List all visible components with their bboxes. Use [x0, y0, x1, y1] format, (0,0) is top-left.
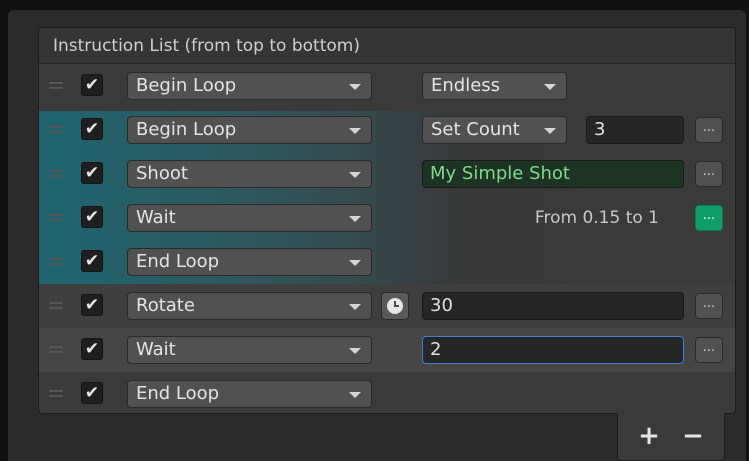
- enabled-checkbox[interactable]: ✔: [81, 338, 103, 360]
- drag-handle-icon[interactable]: [49, 214, 63, 221]
- clock-icon: [387, 298, 403, 314]
- instruction-row-6[interactable]: ✔ Wait 2 ...: [39, 328, 735, 372]
- instruction-row-0[interactable]: ✔ Begin Loop Endless: [39, 64, 735, 108]
- more-options-button-active[interactable]: ...: [695, 205, 723, 231]
- drag-handle-icon[interactable]: [49, 170, 63, 177]
- instruction-row-3[interactable]: ✔ Wait From 0.15 to 1 ...: [39, 196, 735, 240]
- wait-range-text: From 0.15 to 1: [534, 208, 659, 228]
- list-footer: + −: [617, 413, 725, 461]
- add-instruction-button[interactable]: +: [632, 419, 666, 453]
- instruction-type-dropdown[interactable]: Wait: [127, 204, 372, 232]
- rotate-angle-field[interactable]: 30: [422, 292, 684, 320]
- loop-mode-label: Set Count: [431, 119, 520, 140]
- instruction-type-dropdown[interactable]: Begin Loop: [127, 116, 372, 144]
- instruction-type-label: End Loop: [136, 251, 220, 272]
- drag-handle-icon[interactable]: [49, 126, 63, 133]
- loop-mode-dropdown[interactable]: Endless: [422, 72, 567, 100]
- instruction-row-1[interactable]: ✔ Begin Loop Set Count 3 ...: [39, 108, 735, 152]
- instruction-type-label: End Loop: [136, 383, 220, 404]
- loop-count-field[interactable]: 3: [586, 116, 684, 144]
- instruction-type-label: Wait: [136, 207, 176, 228]
- check-icon: ✔: [84, 251, 100, 271]
- instruction-type-dropdown[interactable]: Wait: [127, 336, 372, 364]
- shot-name-field[interactable]: My Simple Shot: [422, 160, 684, 188]
- more-options-button[interactable]: ...: [695, 337, 723, 363]
- drag-handle-icon[interactable]: [49, 346, 63, 353]
- instruction-type-dropdown[interactable]: Rotate: [127, 292, 372, 320]
- instruction-type-dropdown[interactable]: End Loop: [127, 248, 372, 276]
- drag-handle-icon[interactable]: [49, 258, 63, 265]
- chevron-down-icon: [349, 216, 361, 222]
- timer-toggle-button[interactable]: [381, 292, 409, 320]
- chevron-down-icon: [349, 128, 361, 134]
- instruction-type-label: Begin Loop: [136, 75, 237, 96]
- instruction-type-label: Shoot: [136, 163, 188, 184]
- instruction-type-dropdown[interactable]: Shoot: [127, 160, 372, 188]
- instruction-type-label: Wait: [136, 339, 176, 360]
- more-options-button[interactable]: ...: [695, 117, 723, 143]
- chevron-down-icon: [349, 260, 361, 266]
- check-icon: ✔: [84, 383, 100, 403]
- loop-mode-label: Endless: [431, 75, 501, 96]
- check-icon: ✔: [84, 207, 100, 227]
- instruction-type-label: Begin Loop: [136, 119, 237, 140]
- check-icon: ✔: [84, 339, 100, 359]
- wait-duration-field[interactable]: 2: [422, 336, 684, 364]
- enabled-checkbox[interactable]: ✔: [81, 250, 103, 272]
- more-options-button[interactable]: ...: [695, 293, 723, 319]
- instruction-row-5[interactable]: ✔ Rotate 30 ...: [39, 284, 735, 328]
- chevron-down-icon: [349, 84, 361, 90]
- check-icon: ✔: [84, 295, 100, 315]
- more-options-button[interactable]: ...: [695, 161, 723, 187]
- loop-mode-dropdown[interactable]: Set Count: [422, 116, 567, 144]
- instruction-row-4[interactable]: ✔ End Loop: [39, 240, 735, 284]
- enabled-checkbox[interactable]: ✔: [81, 162, 103, 184]
- enabled-checkbox[interactable]: ✔: [81, 118, 103, 140]
- drag-handle-icon[interactable]: [49, 302, 63, 309]
- drag-handle-icon[interactable]: [49, 82, 63, 89]
- check-icon: ✔: [84, 119, 100, 139]
- instruction-row-2[interactable]: ✔ Shoot My Simple Shot ...: [39, 152, 735, 196]
- instruction-type-label: Rotate: [136, 295, 195, 316]
- chevron-down-icon: [349, 348, 361, 354]
- check-icon: ✔: [84, 75, 100, 95]
- instruction-list-header: Instruction List (from top to bottom): [39, 28, 735, 64]
- enabled-checkbox[interactable]: ✔: [81, 206, 103, 228]
- instruction-row-7[interactable]: ✔ End Loop: [39, 372, 735, 413]
- enabled-checkbox[interactable]: ✔: [81, 74, 103, 96]
- remove-instruction-button[interactable]: −: [676, 419, 710, 453]
- chevron-down-icon: [349, 392, 361, 398]
- instruction-type-dropdown[interactable]: Begin Loop: [127, 72, 372, 100]
- chevron-down-icon: [544, 128, 556, 134]
- drag-handle-icon[interactable]: [49, 390, 63, 397]
- chevron-down-icon: [349, 304, 361, 310]
- chevron-down-icon: [349, 172, 361, 178]
- enabled-checkbox[interactable]: ✔: [81, 382, 103, 404]
- enabled-checkbox[interactable]: ✔: [81, 294, 103, 316]
- instruction-list-panel: Instruction List (from top to bottom) ✔ …: [38, 27, 736, 414]
- instruction-type-dropdown[interactable]: End Loop: [127, 380, 372, 408]
- check-icon: ✔: [84, 163, 100, 183]
- chevron-down-icon: [544, 84, 556, 90]
